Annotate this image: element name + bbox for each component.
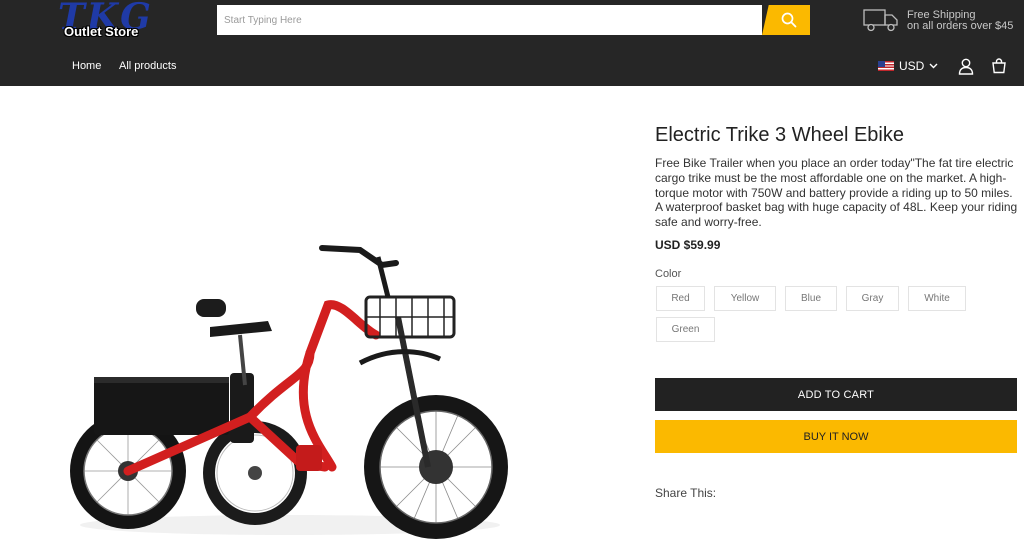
store-logo[interactable]: TKG Outlet Store — [56, 0, 166, 42]
search-input[interactable] — [217, 5, 762, 35]
user-icon[interactable] — [958, 58, 974, 75]
product-price: USD $59.99 — [655, 238, 721, 252]
share-label: Share This: — [655, 486, 717, 500]
color-label: Color — [655, 268, 682, 280]
shipping-line-2: on all orders over $45 — [907, 20, 1014, 32]
search-icon — [781, 12, 797, 28]
header-bar: TKG Outlet Store Free Shipping on all or… — [0, 0, 1024, 86]
color-option-red[interactable]: Red — [656, 286, 705, 311]
buy-it-now-button[interactable]: BUY IT NOW — [655, 420, 1017, 453]
rear-wheel-right — [203, 421, 307, 525]
color-option-green[interactable]: Green — [656, 317, 715, 342]
currency-selector[interactable]: USD — [878, 58, 938, 74]
search-button[interactable] — [762, 5, 810, 35]
color-option-gray[interactable]: Gray — [846, 286, 899, 311]
color-option-white[interactable]: White — [908, 286, 966, 311]
us-flag-icon — [878, 61, 894, 71]
color-option-blue[interactable]: Blue — [785, 286, 837, 311]
front-wheel — [364, 395, 508, 539]
product-title: Electric Trike 3 Wheel Ebike — [655, 124, 904, 146]
chevron-down-icon — [929, 63, 938, 69]
search-bar — [217, 5, 810, 35]
cart-icon[interactable] — [991, 58, 1007, 74]
free-shipping-notice: Free Shipping on all orders over $45 — [863, 6, 1023, 36]
truck-icon — [863, 9, 898, 32]
product-description: Free Bike Trailer when you place an orde… — [655, 156, 1018, 230]
product-image — [70, 245, 508, 539]
logo-text: Outlet Store — [64, 24, 139, 39]
add-to-cart-button[interactable]: ADD TO CART — [655, 378, 1017, 411]
nav-all-products[interactable]: All products — [119, 60, 176, 72]
color-option-yellow[interactable]: Yellow — [714, 286, 776, 311]
currency-label: USD — [899, 59, 925, 73]
nav-home[interactable]: Home — [72, 60, 101, 72]
